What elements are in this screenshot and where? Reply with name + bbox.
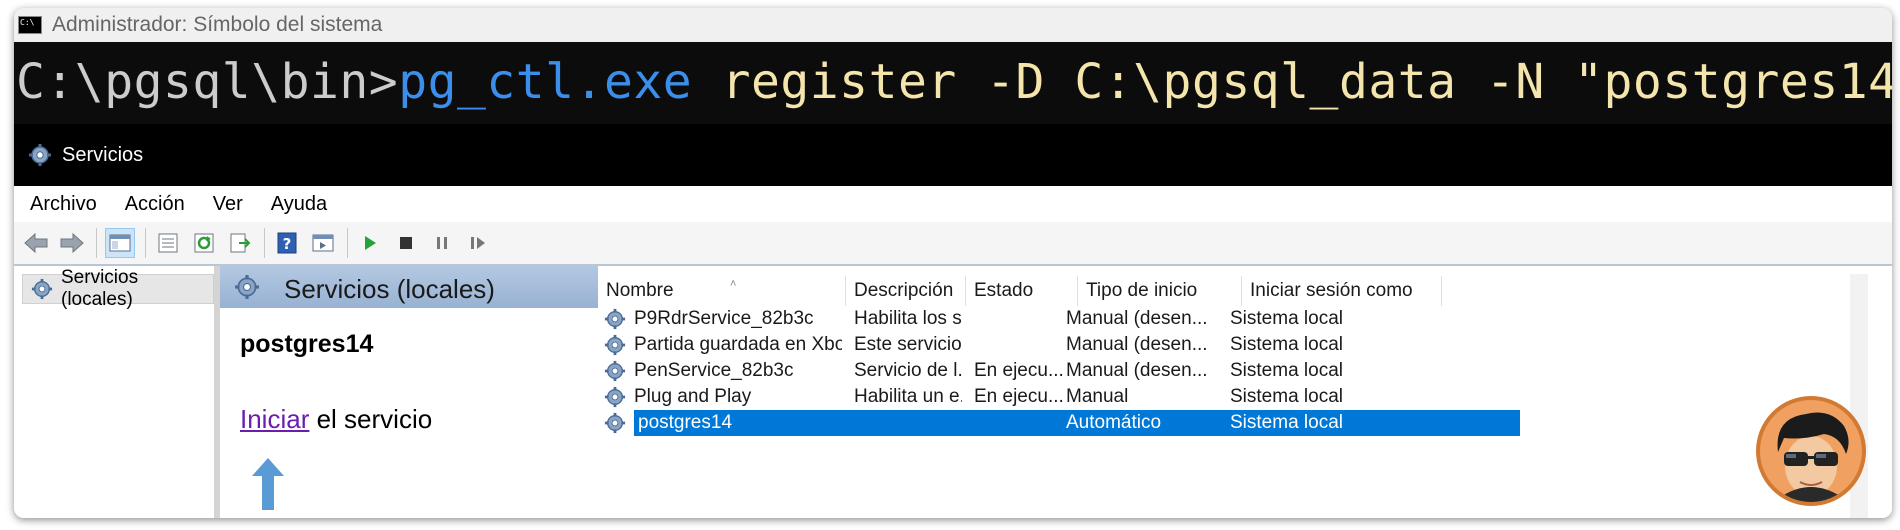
start-service-link[interactable]: Iniciar	[240, 404, 309, 434]
start-service-line: Iniciar el servicio	[240, 404, 432, 435]
tree-pane: Servicios (locales)	[14, 266, 220, 518]
cell-startup: Manual	[1066, 386, 1129, 407]
cell-name: Partida guardada en Xbox Li...	[634, 334, 842, 355]
services-titlebar: Servicios	[14, 124, 1892, 186]
toolbar-separator	[145, 228, 146, 258]
column-label: Nombre	[606, 280, 674, 301]
cell-state: En ejecu...	[974, 386, 1064, 407]
cell-state	[974, 332, 1074, 358]
view-icon[interactable]	[309, 229, 337, 257]
cell-description: Servicio de l...	[854, 360, 962, 381]
tree-item-label: Servicios (locales)	[61, 267, 139, 310]
terminal-body[interactable]: C:\pgsql\bin>pg_ctl.exe register -D C:\p…	[14, 42, 1892, 124]
cell-state	[974, 306, 1074, 332]
column-header-descripcion[interactable]: Descripción	[846, 276, 966, 306]
cell-name: PenService_82b3c	[634, 360, 794, 381]
column-label: Descripción	[854, 280, 954, 301]
cell-description	[854, 410, 962, 436]
column-label: Estado	[974, 280, 1034, 301]
help-icon[interactable]: ?	[273, 229, 301, 257]
gear-icon	[234, 274, 260, 300]
gear-icon	[604, 412, 626, 434]
cell-description: Este servicio ...	[854, 334, 962, 355]
play-icon[interactable]	[356, 229, 384, 257]
column-header-nombre[interactable]: Nombre ˄	[598, 276, 846, 306]
selected-service-name: postgres14	[240, 330, 374, 358]
console-tree-icon[interactable]	[105, 228, 135, 258]
column-label: Tipo de inicio	[1086, 280, 1198, 301]
menu-accion[interactable]: Acción	[125, 193, 185, 216]
column-header-estado[interactable]: Estado	[966, 276, 1078, 306]
svg-text:?: ?	[283, 235, 292, 253]
cell-name: Plug and Play	[634, 386, 752, 407]
cell-startup: Manual (desen...	[1066, 308, 1208, 329]
command-args: register -D C:\pgsql_data -N "postgres14…	[692, 54, 1892, 110]
pause-icon[interactable]	[428, 229, 456, 257]
terminal-icon	[18, 16, 42, 34]
cell-logon: Sistema local	[1230, 412, 1343, 433]
start-service-suffix: el servicio	[309, 404, 433, 434]
gear-icon	[31, 278, 53, 300]
terminal-titlebar: Administrador: Símbolo del sistema	[14, 8, 1892, 42]
command-exe: pg_ctl.exe	[398, 54, 693, 110]
services-title: Servicios	[62, 143, 144, 166]
cell-logon: Sistema local	[1230, 386, 1343, 407]
column-label: Iniciar sesión como	[1250, 280, 1413, 301]
cell-name: postgres14	[638, 412, 733, 433]
refresh-icon[interactable]	[190, 229, 218, 257]
menu-archivo[interactable]: Archivo	[30, 193, 97, 216]
table-row[interactable]: Plug and Play Habilita un e... En ejecu.…	[598, 384, 1518, 410]
gear-icon	[604, 334, 626, 356]
table-row[interactable]: PenService_82b3c Servicio de l... En eje…	[598, 358, 1518, 384]
forward-icon[interactable]	[58, 229, 86, 257]
table-row-selected[interactable]: postgres14 Automático Sistema local	[598, 410, 1520, 436]
toolbar-separator	[96, 228, 97, 258]
screenshot-frame: Administrador: Símbolo del sistema C:\pg…	[14, 8, 1892, 518]
table-row[interactable]: P9RdrService_82b3c Habilita los s... Man…	[598, 306, 1518, 332]
export-list-icon[interactable]	[226, 229, 254, 257]
toolbar-separator	[264, 228, 265, 258]
gear-icon	[28, 143, 52, 167]
table-row[interactable]: Partida guardada en Xbox Li... Este serv…	[598, 332, 1518, 358]
cell-startup: Manual (desen...	[1066, 360, 1208, 381]
terminal-title: Administrador: Símbolo del sistema	[52, 13, 383, 36]
content-pane: Servicios (locales) postgres14 Iniciar e…	[220, 266, 1892, 518]
cell-logon: Sistema local	[1230, 308, 1343, 329]
avatar	[1756, 396, 1866, 506]
services-list: Nombre ˄ Descripción Estado Tipo de inici…	[598, 266, 1892, 518]
cell-state: En ejecu...	[974, 360, 1064, 381]
cell-state	[974, 410, 1074, 436]
command-prompt: C:\pgsql\bin>	[16, 54, 399, 110]
cell-description: Habilita los s...	[854, 308, 962, 329]
stop-icon[interactable]	[392, 229, 420, 257]
properties-icon[interactable]	[154, 229, 182, 257]
gear-icon	[604, 386, 626, 408]
cell-startup: Manual (desen...	[1066, 334, 1208, 355]
menu-ayuda[interactable]: Ayuda	[271, 193, 327, 216]
restart-icon[interactable]	[464, 229, 492, 257]
cell-startup: Automático	[1066, 412, 1162, 433]
toolbar-separator	[347, 228, 348, 258]
tree-item-servicios-locales[interactable]: Servicios (locales)	[22, 267, 214, 310]
arrow-up-icon	[252, 458, 284, 510]
gear-icon	[604, 308, 626, 330]
description-panel: postgres14 Iniciar el servicio	[220, 308, 598, 518]
cell-logon: Sistema local	[1230, 334, 1343, 355]
cell-logon: Sistema local	[1230, 360, 1343, 381]
column-header-iniciar-sesion[interactable]: Iniciar sesión como	[1242, 276, 1442, 306]
column-header-tipo-de-inicio[interactable]: Tipo de inicio	[1078, 276, 1242, 306]
back-icon[interactable]	[22, 229, 50, 257]
gear-icon	[604, 360, 626, 382]
menu-ver[interactable]: Ver	[213, 193, 243, 216]
sort-ascending-icon: ˄	[730, 278, 737, 290]
menu-bar: Archivo Acción Ver Ayuda	[14, 186, 1892, 223]
content-header-title: Servicios (locales)	[284, 274, 495, 304]
cell-description: Habilita un e...	[854, 386, 962, 407]
cell-name: P9RdrService_82b3c	[634, 308, 814, 329]
command-line: C:\pgsql\bin>pg_ctl.exe register -D C:\p…	[16, 54, 1892, 110]
toolbar: ?	[14, 222, 1892, 266]
